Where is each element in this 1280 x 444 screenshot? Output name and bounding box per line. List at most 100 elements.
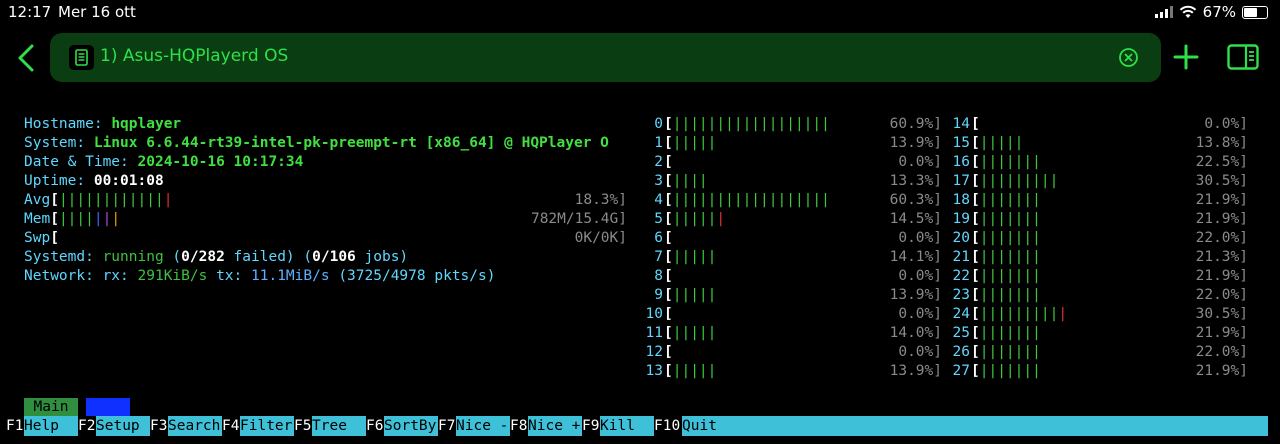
cpu-bracket: [ — [664, 344, 673, 360]
cpu-bars: ||||| — [672, 135, 717, 151]
cpu-index-25: 25 — [952, 325, 970, 341]
cpu-percent-3: 13.3%] — [889, 173, 942, 189]
cpu-meter-5: [|||||| — [664, 210, 725, 229]
fkey-label-f3[interactable]: Search — [168, 416, 222, 436]
fkey-label-f8[interactable]: Nice + — [528, 416, 582, 436]
cpu-index-16: 16 — [952, 154, 970, 170]
fkey-label-f5[interactable]: Tree — [312, 416, 366, 436]
cpu-percent-1: 13.9%] — [889, 135, 942, 151]
cpu-bracket: [ — [664, 230, 673, 246]
fkey-f10[interactable]: F10 — [654, 416, 681, 436]
cpu-bracket: [ — [971, 173, 980, 189]
fkey-label-f9[interactable]: Kill — [600, 416, 654, 436]
systemd-jobs-label: jobs) — [364, 249, 409, 265]
cpu-percent-6: 0.0%] — [898, 230, 942, 246]
cpu-percent-20: 22.0%] — [1195, 230, 1248, 246]
cpu-meter-7: [||||| — [664, 248, 716, 267]
cpu-meter-6: [ — [664, 229, 673, 248]
cpu-meter-27: [||||||| — [971, 362, 1041, 381]
cpu-bracket: [ — [971, 363, 980, 379]
cpu-percent-11: 14.0%] — [889, 325, 942, 341]
cpu-bracket: [ — [664, 192, 673, 208]
network-pkts: (3725/4978 pkts/s) — [338, 268, 496, 284]
cpu-bars: ||||||| — [979, 344, 1041, 360]
cpu-index-23: 23 — [952, 287, 970, 303]
cpu-meter-0: [|||||||||||||||||| — [664, 115, 830, 134]
tab-io[interactable]: I/O — [86, 398, 130, 416]
fkey-f3[interactable]: F3 — [150, 416, 168, 436]
cpu-bars: ||||||| — [979, 192, 1041, 208]
cpu-bars: ||||| — [979, 135, 1024, 151]
cpu-index-4: 4 — [654, 192, 663, 208]
cpu-percent-15: 13.8%] — [1195, 135, 1248, 151]
cpu-index-7: 7 — [654, 249, 663, 265]
cpu-index-18: 18 — [952, 192, 970, 208]
cpu-meter-26: [||||||| — [971, 343, 1041, 362]
cpu-index-6: 6 — [654, 230, 663, 246]
cpu-bracket: [ — [971, 154, 980, 170]
cpu-index-21: 21 — [952, 249, 970, 265]
fkey-label-f2[interactable]: Setup — [96, 416, 150, 436]
fkey-label-f6[interactable]: SortBy — [384, 416, 438, 436]
fkey-f4[interactable]: F4 — [222, 416, 240, 436]
fkey-f8[interactable]: F8 — [510, 416, 528, 436]
systemd-label: Systemd: — [24, 249, 94, 265]
tab-main[interactable]: Main — [24, 398, 78, 416]
cpu-index-19: 19 — [952, 211, 970, 227]
cpu-bars: ||||||| — [979, 230, 1041, 246]
cpu-meter-18: [||||||| — [971, 191, 1041, 210]
cpu-meter-11: [||||| — [664, 324, 716, 343]
cpu-percent-24: 30.5%] — [1195, 306, 1248, 322]
function-key-bar: F1 Help F2 Setup F3 Search F4 Filter F5 Tree F6… — [0, 416, 1280, 436]
cpu-percent-8: 0.0%] — [898, 268, 942, 284]
cpu-bracket: [ — [971, 344, 980, 360]
cpu-index-15: 15 — [952, 135, 970, 151]
hostname-value: hqplayer — [111, 116, 182, 132]
network-rx-value: 291KiB/s — [137, 268, 208, 284]
cpu-percent-13: 13.9%] — [889, 363, 942, 379]
cpu-meter-15: [||||| — [971, 134, 1023, 153]
cpu-bars: ||||||||| — [979, 173, 1059, 189]
cpu-percent-5: 14.5%] — [889, 211, 942, 227]
cpu-meter-13: [||||| — [664, 362, 716, 381]
cpu-meter-10: [ — [664, 305, 673, 324]
network-label: Network: rx: — [24, 268, 129, 284]
cpu-index-17: 17 — [952, 173, 970, 189]
fkey-label-f10[interactable]: Quit — [682, 416, 1268, 436]
fkey-f5[interactable]: F5 — [294, 416, 312, 436]
cpu-index-5: 5 — [654, 211, 663, 227]
cpu-percent-23: 22.0%] — [1195, 287, 1248, 303]
cpu-index-14: 14 — [952, 116, 970, 132]
cpu-percent-17: 30.5%] — [1195, 173, 1248, 189]
cpu-bracket: [ — [664, 306, 673, 322]
cpu-bracket: [ — [664, 211, 673, 227]
avg-meter: Avg[||||||||||||| — [24, 191, 172, 210]
cpu-index-10: 10 — [645, 306, 663, 322]
cpu-bars-red: | — [1058, 306, 1068, 322]
cpu-index-26: 26 — [952, 344, 970, 360]
fkey-f1[interactable]: F1 — [6, 416, 24, 436]
cpu-bars: ||||| — [672, 287, 717, 303]
cpu-bars: ||||| — [672, 363, 717, 379]
cpu-bracket: [ — [664, 268, 673, 284]
fkey-f9[interactable]: F9 — [582, 416, 600, 436]
fkey-f7[interactable]: F7 — [438, 416, 456, 436]
cpu-meter-1: [||||| — [664, 134, 716, 153]
cpu-meter-4: [|||||||||||||||||| — [664, 191, 830, 210]
cpu-index-22: 22 — [952, 268, 970, 284]
cpu-meter-16: [||||||| — [971, 153, 1041, 172]
fkey-f2[interactable]: F2 — [78, 416, 96, 436]
datetime-label: Date & Time: — [24, 154, 129, 170]
fkey-f6[interactable]: F6 — [366, 416, 384, 436]
cpu-meter-9: [||||| — [664, 286, 716, 305]
fkey-label-f7[interactable]: Nice - — [456, 416, 510, 436]
fkey-label-f4[interactable]: Filter — [240, 416, 294, 436]
cpu-meter-24: [|||||||||| — [971, 305, 1067, 324]
systemd-failed-count: 0 — [181, 249, 190, 265]
terminal-view[interactable]: Hostname: hqplayer System: Linux 6.6.44-… — [0, 0, 1280, 444]
cpu-bracket: [ — [664, 154, 673, 170]
cpu-index-24: 24 — [952, 306, 970, 322]
avg-value: 18.3%] — [574, 192, 627, 208]
avg-bracket: [ — [50, 192, 59, 208]
fkey-label-f1[interactable]: Help — [24, 416, 78, 436]
